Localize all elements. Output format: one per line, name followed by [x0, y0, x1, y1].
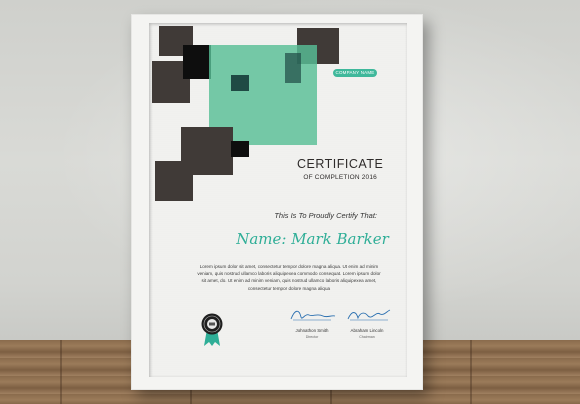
signature-1-icon	[290, 310, 336, 321]
decor-square	[183, 45, 211, 79]
certificate-title: CERTIFICATE	[297, 157, 384, 171]
recipient-name: Name: Mark Barker	[236, 230, 389, 248]
company-name-badge: COMPANY NAME	[333, 69, 377, 77]
decor-square	[155, 161, 193, 201]
floor-seam	[60, 340, 62, 404]
signature-1-name: Johnathon Smith	[295, 328, 329, 333]
signature-2-role: Chairman	[359, 335, 375, 339]
certificate-paper: COMPANY NAME CERTIFICATE OF COMPLETION 2…	[149, 23, 407, 377]
award-seal-icon	[201, 313, 223, 346]
decor-square	[285, 53, 301, 83]
decor-square	[231, 141, 249, 157]
signature-2-name: Abraham Lincoln	[350, 328, 384, 333]
signature-2-icon	[347, 309, 391, 321]
body-text: Lorem ipsum dolor sit amet, consectetur …	[197, 264, 381, 291]
floor-seam	[470, 340, 472, 404]
decor-square	[231, 75, 249, 91]
certify-line: This Is To Proudly Certify That:	[274, 211, 377, 220]
signature-1-role: Director	[305, 335, 319, 339]
certificate-subtitle: OF COMPLETION 2016	[303, 174, 377, 181]
